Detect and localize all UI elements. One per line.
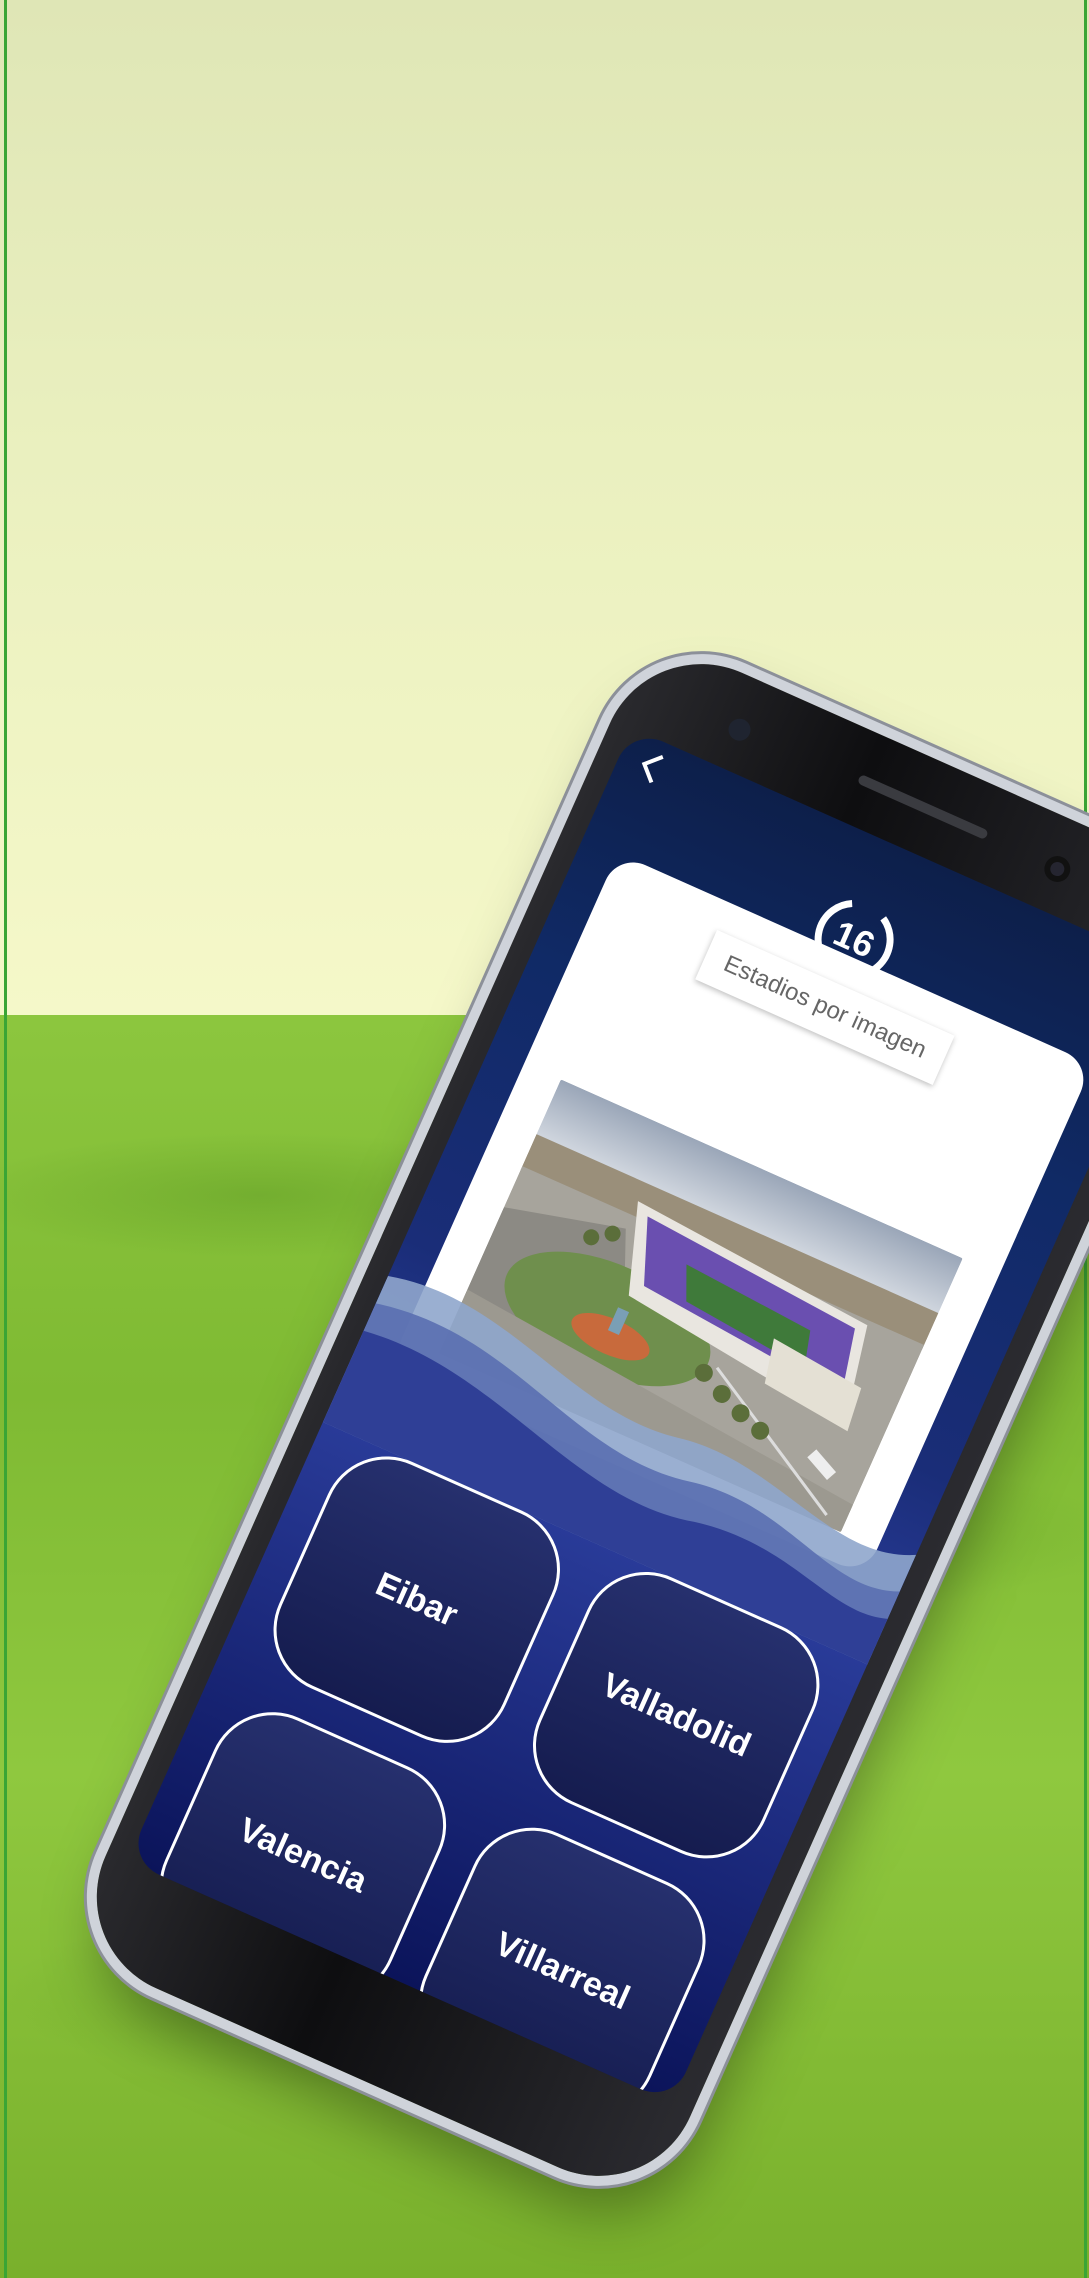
back-button[interactable]	[625, 741, 678, 794]
earpiece-speaker	[856, 773, 989, 841]
answer-button-3[interactable]: Valencia	[139, 1691, 467, 2020]
sensor-icon	[724, 715, 755, 745]
left-border	[4, 0, 7, 2278]
camera-icon	[1040, 851, 1075, 887]
chevron-left-icon	[641, 755, 664, 784]
